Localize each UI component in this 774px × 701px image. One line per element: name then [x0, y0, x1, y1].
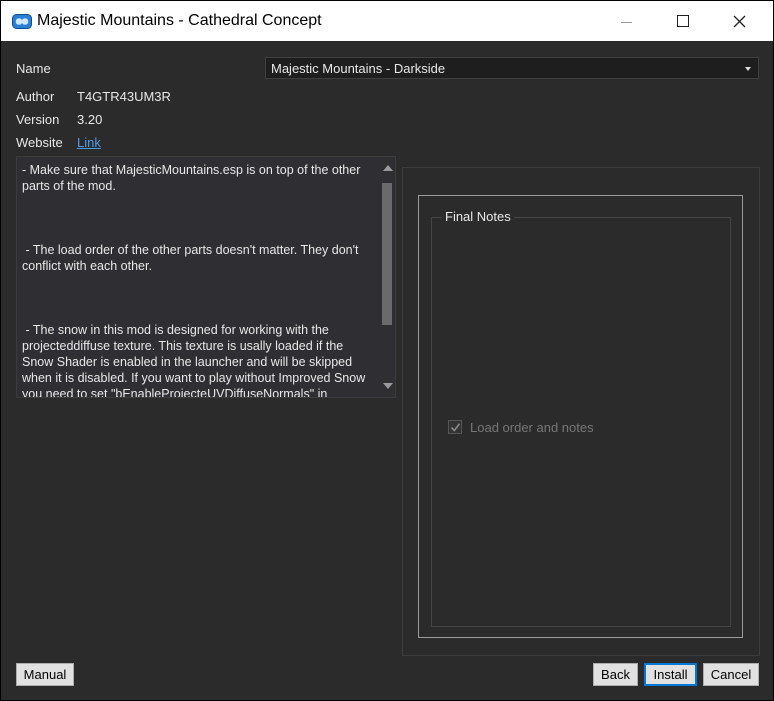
author-label: Author	[16, 89, 55, 104]
scroll-thumb[interactable]	[382, 183, 392, 325]
load-order-checkbox[interactable]	[448, 420, 462, 434]
close-button[interactable]	[716, 1, 762, 41]
maximize-button[interactable]	[660, 1, 706, 41]
version-value: 3.20	[77, 112, 103, 127]
load-order-checkbox-label: Load order and notes	[470, 420, 594, 435]
scroll-down-icon[interactable]	[383, 383, 393, 389]
installer-window: Majestic Mountains - Cathedral Concept N…	[1, 1, 773, 700]
website-link[interactable]: Link	[77, 135, 101, 150]
back-button[interactable]: Back	[593, 663, 638, 686]
version-label: Version	[16, 112, 60, 127]
chevron-down-icon	[745, 67, 751, 71]
cancel-button[interactable]: Cancel	[703, 663, 759, 686]
install-button[interactable]: Install	[644, 663, 697, 686]
notes-textbox[interactable]: - Make sure that MajesticMountains.esp i…	[16, 156, 396, 398]
scroll-up-icon[interactable]	[383, 165, 393, 171]
name-label: Name	[16, 61, 51, 76]
notes-scrollbar[interactable]	[379, 157, 395, 397]
close-icon	[733, 15, 746, 28]
manual-button[interactable]: Manual	[16, 663, 74, 686]
option-select[interactable]: Majestic Mountains - Darkside	[265, 57, 759, 79]
checkmark-icon	[450, 423, 461, 432]
window-title: Majestic Mountains - Cathedral Concept	[37, 12, 322, 29]
final-notes-title: Final Notes	[442, 209, 514, 224]
option-select-value: Majestic Mountains - Darkside	[271, 61, 446, 76]
notes-text: - Make sure that MajesticMountains.esp i…	[22, 163, 366, 398]
website-label: Website	[16, 135, 63, 150]
minimize-button[interactable]	[604, 1, 650, 41]
author-value: T4GTR43UM3R	[77, 89, 171, 104]
app-icon	[12, 14, 32, 29]
title-bar: Majestic Mountains - Cathedral Concept	[1, 1, 773, 41]
